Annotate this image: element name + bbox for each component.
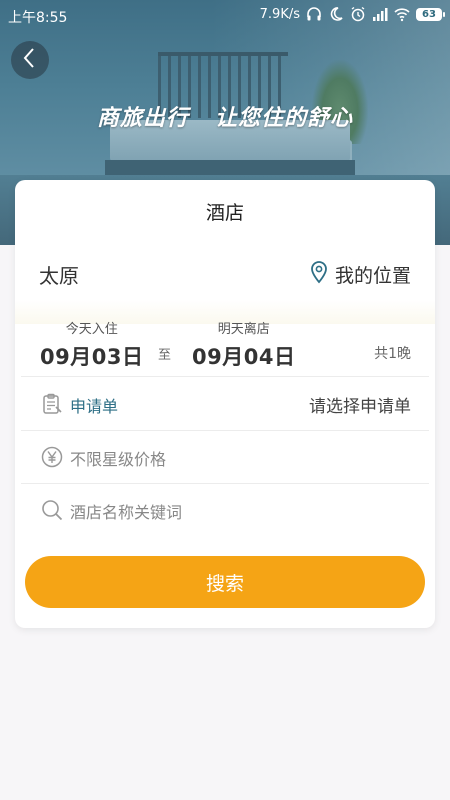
keyword-input-row[interactable]: 酒店名称关键词 [15,484,435,536]
moon-icon [328,6,344,22]
hotel-search-card: 酒店 太原 我的位置 今天入住 09月03日 至 明天离店 09月04日 共1晚… [15,180,435,628]
status-right: 7.9K/s 63 [259,6,445,22]
back-icon [21,47,39,73]
date-separator: 至 [158,348,172,363]
checkout-date: 09月04日 [192,345,296,369]
keyword-placeholder: 酒店名称关键词 [70,503,183,522]
my-location-button[interactable]: 我的位置 [309,260,411,288]
request-form-value: 请选择申请单 [309,397,411,417]
yen-icon [41,446,63,468]
checkout-date-picker[interactable]: 明天离店 09月04日 [192,318,295,371]
my-location-label: 我的位置 [334,264,411,287]
checkin-date: 09月03日 [40,345,144,369]
search-button[interactable]: 搜索 [25,556,425,608]
location-pin-icon [309,260,329,288]
hotel-search-screen: 商旅出行 让您住的舒心 上午8:55 7.9K/s 63 酒店 太原 我的位置 … [0,0,450,800]
headphones-icon [306,6,322,22]
nights-count: 共1晚 [374,346,411,362]
request-form-row[interactable]: 申请单 请选择申请单 [15,378,435,430]
wifi-icon [394,6,410,22]
hero-slogan: 商旅出行 让您住的舒心 [97,106,353,131]
signal-icon [372,6,388,22]
request-form-label: 申请单 [70,397,119,416]
checkin-date-picker[interactable]: 今天入住 09月03日 [40,318,143,371]
divider [21,376,429,377]
star-price-row[interactable]: 不限星级价格 [15,431,435,483]
search-icon [41,499,63,521]
clipboard-icon [41,393,63,415]
status-time: 上午8:55 [8,10,68,26]
checkin-hint: 今天入住 [65,322,118,337]
battery-icon: 63 [416,7,445,21]
alarm-icon [350,6,366,22]
card-title: 酒店 [205,202,244,224]
star-price-label: 不限星级价格 [70,450,167,469]
checkout-hint: 明天离店 [217,322,270,337]
city-selector[interactable]: 太原 [39,260,79,289]
back-button[interactable] [11,41,49,79]
hero-bed-base [105,160,355,176]
status-bar: 上午8:55 7.9K/s 63 [0,0,450,30]
status-net-speed: 7.9K/s [259,6,300,22]
